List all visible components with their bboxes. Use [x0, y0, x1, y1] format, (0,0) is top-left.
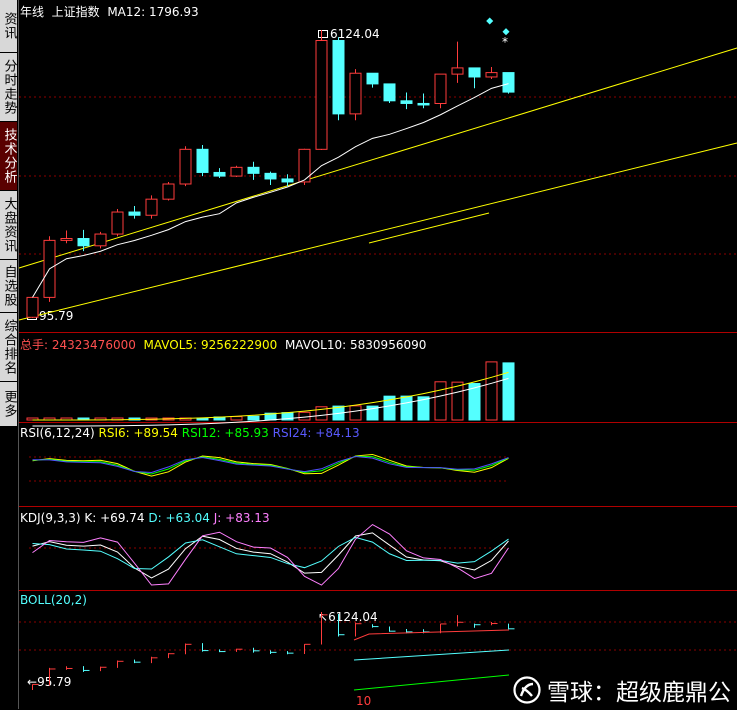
chart-canvas — [18, 17, 737, 691]
candle-body — [77, 238, 90, 247]
candle-body — [332, 40, 345, 115]
sidebar-tab-news[interactable]: 资讯 — [0, 0, 17, 53]
candle-body — [417, 102, 430, 106]
volume-bar — [485, 361, 498, 421]
sidebar-tab-watchlist[interactable]: 自选股 — [0, 260, 17, 313]
candle-body — [111, 211, 124, 235]
candle-body — [196, 148, 209, 173]
candle-body — [383, 83, 396, 102]
candle-body — [451, 67, 464, 75]
volume-bar — [247, 415, 260, 421]
sidebar: 资讯 分时走势 技术分析 大盘资讯 自选股 综合排名 更多 — [0, 0, 19, 709]
candle-body — [213, 171, 226, 177]
watermark-text: 雪球：超级鹿鼎公 — [547, 680, 731, 706]
candle-body — [247, 166, 260, 174]
candle-body — [128, 211, 141, 216]
candle-body — [179, 148, 192, 185]
candle-body — [264, 172, 277, 180]
channel-inner-line — [368, 212, 490, 244]
boll-middle-line — [353, 649, 510, 661]
candle-body — [434, 73, 447, 104]
channel-lower-line — [18, 142, 737, 321]
sidebar-tab-intraday[interactable]: 分时走势 — [0, 53, 17, 122]
sidebar-tab-more[interactable]: 更多 — [0, 382, 17, 427]
volume-bar — [502, 362, 515, 421]
volume-bar — [400, 395, 413, 421]
marker-diamond — [486, 17, 494, 25]
volume-bar — [451, 381, 464, 421]
candle-body — [94, 233, 107, 247]
kdj-j-line — [32, 523, 509, 586]
volume-bar — [230, 416, 243, 421]
candle-body — [60, 238, 73, 241]
sidebar-tab-technical-analysis[interactable]: 技术分析 — [0, 122, 17, 191]
candle-body — [468, 67, 481, 78]
sidebar-tab-ranking[interactable]: 综合排名 — [0, 313, 17, 382]
candle-body — [400, 100, 413, 104]
kdj-d-line — [32, 536, 509, 570]
sidebar-tab-market-news[interactable]: 大盘资讯 — [0, 191, 17, 260]
snowball-logo-icon — [513, 676, 541, 704]
candle-body — [502, 72, 515, 93]
boll-upper-line — [353, 629, 510, 641]
candle-body — [26, 296, 39, 318]
candle-body — [230, 166, 243, 177]
volume-bar — [434, 381, 447, 421]
candle-body — [485, 72, 498, 78]
candle-body — [315, 40, 328, 150]
watermark: 雪球：超级鹿鼎公 — [513, 673, 731, 707]
volume-bar — [298, 411, 311, 421]
kdj-k-line — [32, 532, 509, 579]
candle-body — [145, 198, 158, 216]
volume-bar — [349, 405, 362, 421]
marker-diamond — [502, 28, 510, 36]
candle-body — [162, 183, 175, 200]
rsi12-line — [32, 455, 509, 475]
boll-lower-line — [353, 674, 510, 691]
candle-body — [281, 178, 294, 183]
candle-body — [366, 72, 379, 85]
candle-body — [349, 72, 362, 115]
